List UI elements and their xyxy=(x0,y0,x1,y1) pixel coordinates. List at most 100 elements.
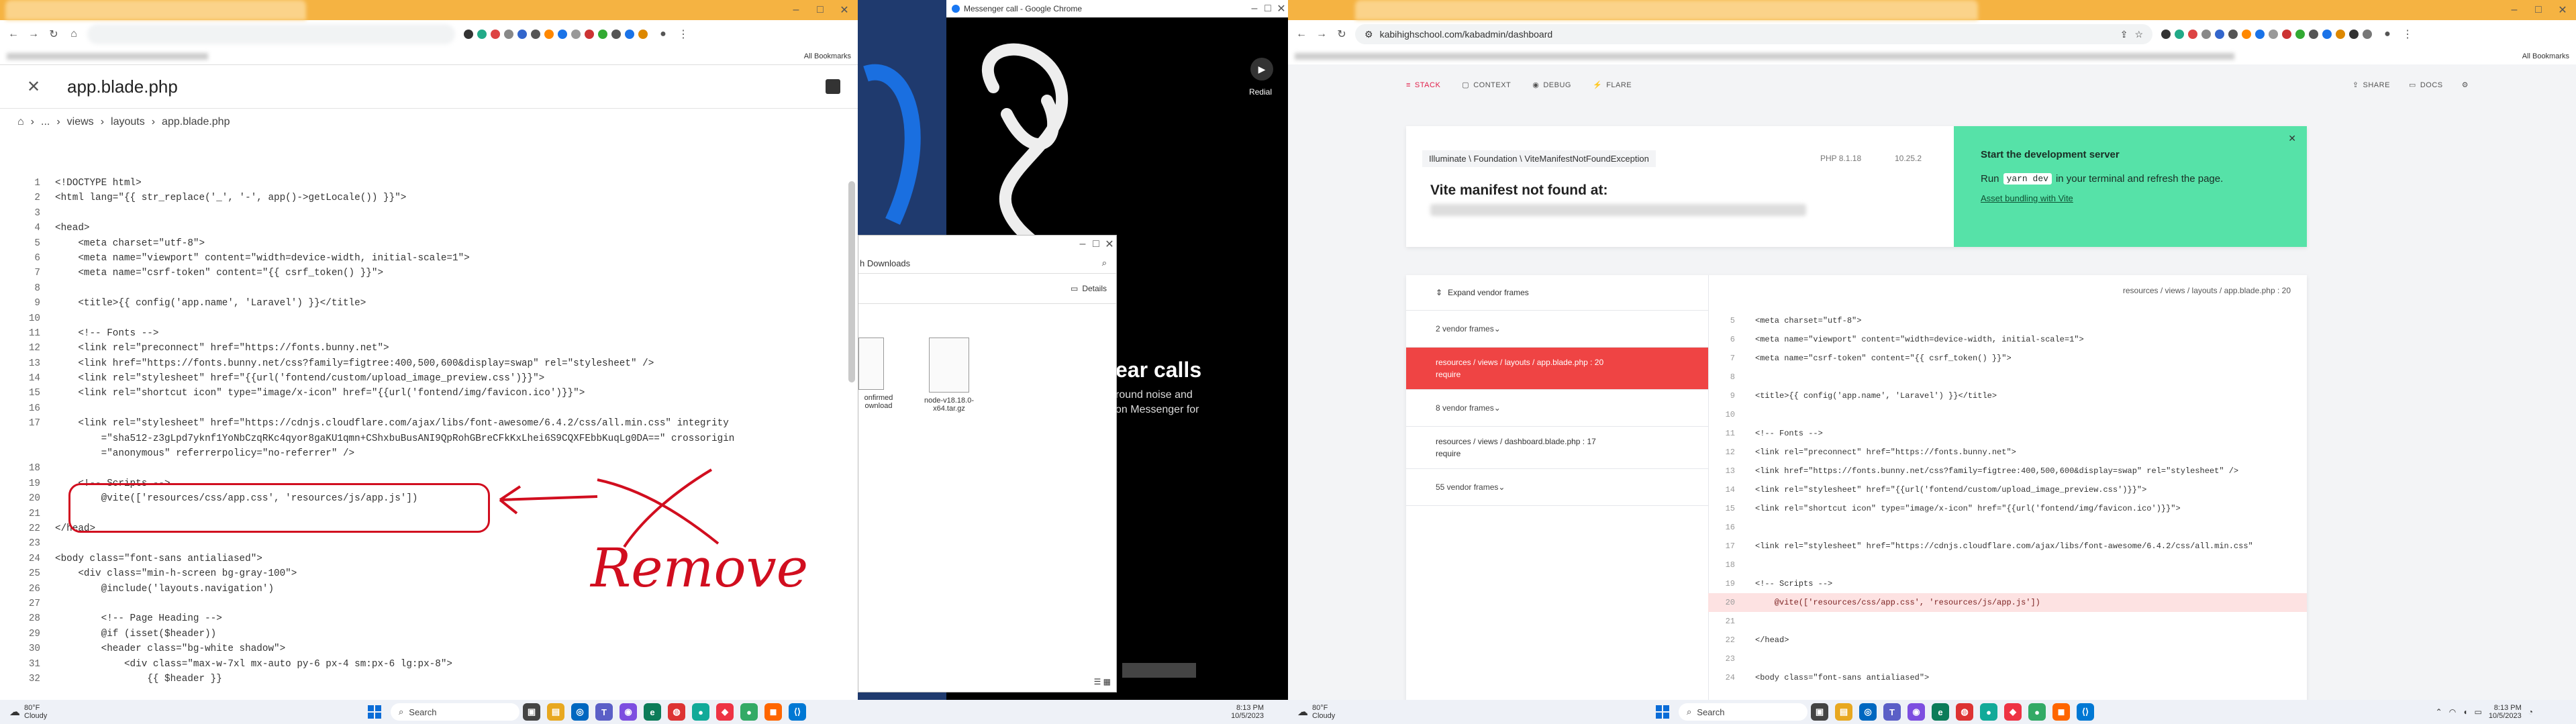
taskbar-app-icon[interactable]: ⟨⟩ xyxy=(789,703,806,721)
taskbar-app-icon[interactable]: ▤ xyxy=(547,703,564,721)
clock-time[interactable]: 8:13 PM xyxy=(2489,704,2522,712)
tray-chevron-icon[interactable]: ⌃ xyxy=(2436,707,2442,717)
taskbar-app-icon[interactable]: e xyxy=(1932,703,1949,721)
clock-time[interactable]: 8:13 PM xyxy=(1231,704,1264,712)
code-line[interactable]: 9 <title>{{ config('app.name', 'Laravel'… xyxy=(13,296,846,311)
code-line[interactable]: 8 xyxy=(13,281,846,296)
all-bookmarks-link[interactable]: All Bookmarks xyxy=(2522,52,2569,60)
taskbar-app-icon[interactable]: ◼ xyxy=(2052,703,2070,721)
taskbar-app-icon[interactable]: ◆ xyxy=(2004,703,2022,721)
video-icon[interactable]: ▶ xyxy=(1250,58,1273,81)
code-line[interactable]: 2 <html lang="{{ str_replace('_', '-', ap… xyxy=(13,191,846,205)
clock-date[interactable]: 10/5/2023 xyxy=(2489,712,2522,720)
share-page-icon[interactable]: ⇪ xyxy=(2120,29,2128,40)
solution-link[interactable]: Asset bundling with Vite xyxy=(1981,193,2073,203)
breadcrumb-item[interactable]: ... xyxy=(41,116,50,128)
code-line[interactable]: 11 <!-- Fonts --> xyxy=(13,326,846,341)
notification-bell-icon[interactable]: ◔ xyxy=(2528,707,2533,717)
code-line[interactable]: 12 <link rel="preconnect" href="https://… xyxy=(13,341,846,356)
file-item[interactable]: node-v18.18.0- x64.tar.gz xyxy=(919,338,979,413)
app-frame[interactable]: resources / views / layouts / app.blade.… xyxy=(1406,348,1708,390)
code-line[interactable]: 28 <!-- Page Heading --> xyxy=(13,611,846,626)
taskbar-app-icon[interactable]: ◉ xyxy=(1908,703,1925,721)
right-active-tab[interactable] xyxy=(1355,0,1978,20)
home-icon[interactable]: ⌂ xyxy=(67,28,81,41)
reload-icon[interactable]: ↻ xyxy=(1335,28,1348,41)
volume-icon[interactable]: ◖ xyxy=(2463,707,2467,717)
taskbar-app-icon[interactable]: ▤ xyxy=(1835,703,1852,721)
profile-icon[interactable]: ● xyxy=(656,28,670,41)
taskbar-app-icon[interactable]: e xyxy=(644,703,661,721)
close-window-icon[interactable]: ✕ xyxy=(2556,3,2569,17)
taskbar-app-icon[interactable]: ▣ xyxy=(1811,703,1828,721)
app-frame[interactable]: resources / views / dashboard.blade.php … xyxy=(1406,427,1708,469)
code-line[interactable]: 6 <meta name="viewport" content="width=d… xyxy=(13,251,846,266)
code-line[interactable]: 15 <link rel="shortcut icon" type="image… xyxy=(13,386,846,401)
menu-dots-icon[interactable]: ⋮ xyxy=(677,28,690,41)
expand-vendor-button[interactable]: ⇕ Expand vendor frames xyxy=(1406,275,1708,311)
maximize-icon[interactable]: □ xyxy=(813,3,827,17)
taskbar-app-icon[interactable]: ◍ xyxy=(1956,703,1973,721)
save-icon[interactable] xyxy=(826,79,840,94)
forward-icon[interactable]: → xyxy=(1315,28,1328,41)
code-line[interactable]: ="sha512-z3gLpd7yknf1YoNbCzqRKc4qyor8gaK… xyxy=(13,431,846,446)
taskbar-app-icon[interactable]: ● xyxy=(1980,703,1997,721)
maximize-icon[interactable]: □ xyxy=(2532,3,2545,17)
close-window-icon[interactable]: ✕ xyxy=(838,3,851,17)
explorer-location[interactable]: h Downloads xyxy=(860,258,910,268)
nav-context[interactable]: ▢ CONTEXT xyxy=(1462,81,1511,90)
close-window-icon[interactable]: ✕ xyxy=(1103,238,1116,251)
taskbar-app-icon[interactable]: T xyxy=(595,703,613,721)
code-line[interactable]: 4 <head> xyxy=(13,221,846,236)
right-address-bar[interactable]: ⚙ kabihighschool.com/kabadmin/dashboard … xyxy=(1355,24,2152,44)
site-info-icon[interactable]: ⚙ xyxy=(1365,29,1373,40)
taskbar-app-icon[interactable]: ◆ xyxy=(716,703,734,721)
close-solution-icon[interactable]: ✕ xyxy=(2288,133,2296,144)
taskbar-app-icon[interactable]: T xyxy=(1883,703,1901,721)
code-line[interactable]: 14 <link rel="stylesheet" href="{{url('f… xyxy=(13,371,846,386)
code-line[interactable]: 16 xyxy=(13,401,846,416)
profile-icon[interactable]: ● xyxy=(2381,28,2394,41)
taskbar-app-icon[interactable]: ● xyxy=(2028,703,2046,721)
bookmark-star-icon[interactable]: ☆ xyxy=(2134,29,2143,40)
maximize-icon[interactable]: □ xyxy=(1089,238,1103,251)
left-address-bar[interactable] xyxy=(87,24,455,44)
code-line[interactable]: 3 xyxy=(13,206,846,221)
code-editor[interactable]: 1 <!DOCTYPE html> 2 <html lang="{{ str_repl… xyxy=(13,176,846,686)
code-line[interactable]: ="anonymous" referrerpolicy="no-referrer… xyxy=(13,446,846,461)
taskbar-search[interactable]: ⌕ Search xyxy=(391,703,519,721)
vendor-frames-toggle[interactable]: 2 vendor frames ⌄ xyxy=(1406,311,1708,348)
taskbar-app-icon[interactable]: ◎ xyxy=(1859,703,1877,721)
code-line[interactable]: 17 <link rel="stylesheet" href="https://… xyxy=(13,416,846,431)
file-item[interactable]: onfirmed ownload xyxy=(858,338,899,413)
close-editor-icon[interactable]: ✕ xyxy=(27,78,40,96)
taskbar-search[interactable]: ⌕ Search xyxy=(1679,703,1807,721)
windows-start-icon[interactable] xyxy=(368,705,381,719)
code-line[interactable]: 30 <header class="bg-white shadow"> xyxy=(13,641,846,656)
code-file-path[interactable]: resources / views / layouts / app.blade.… xyxy=(2123,286,2291,295)
nav-debug[interactable]: ◉ DEBUG xyxy=(1532,81,1571,90)
wifi-icon[interactable]: ◠ xyxy=(2449,707,2456,717)
breadcrumb-item[interactable]: views xyxy=(67,116,94,128)
battery-icon[interactable]: ▭ xyxy=(2474,707,2481,717)
forward-icon[interactable]: → xyxy=(27,28,40,41)
close-window-icon[interactable]: ✕ xyxy=(1275,2,1288,15)
vendor-frames-toggle[interactable]: 55 vendor frames ⌄ xyxy=(1406,469,1708,506)
code-line[interactable]: 29 @if (isset($header)) xyxy=(13,627,846,641)
docs-button[interactable]: ▭ DOCS xyxy=(2409,81,2443,90)
search-icon[interactable]: ⌕ xyxy=(1102,258,1107,268)
back-icon[interactable]: ← xyxy=(1295,28,1308,41)
taskbar-app-icon[interactable]: ◎ xyxy=(571,703,589,721)
code-line[interactable]: 1 <!DOCTYPE html> xyxy=(13,176,846,191)
code-line[interactable]: 5 <meta charset="utf-8"> xyxy=(13,236,846,251)
reload-icon[interactable]: ↻ xyxy=(47,28,60,41)
minimize-icon[interactable]: – xyxy=(1248,2,1261,15)
home-icon[interactable]: ⌂ xyxy=(17,116,24,128)
share-button[interactable]: ⇪ SHARE xyxy=(2352,81,2390,90)
code-line[interactable]: 10 xyxy=(13,311,846,326)
minimize-icon[interactable]: – xyxy=(1076,238,1089,251)
editor-scrollbar[interactable] xyxy=(848,181,855,382)
windows-start-icon[interactable] xyxy=(1656,705,1669,719)
code-line[interactable]: 7 <meta name="csrf-token" content="{{ cs… xyxy=(13,266,846,280)
taskbar-app-icon[interactable]: ◼ xyxy=(764,703,782,721)
